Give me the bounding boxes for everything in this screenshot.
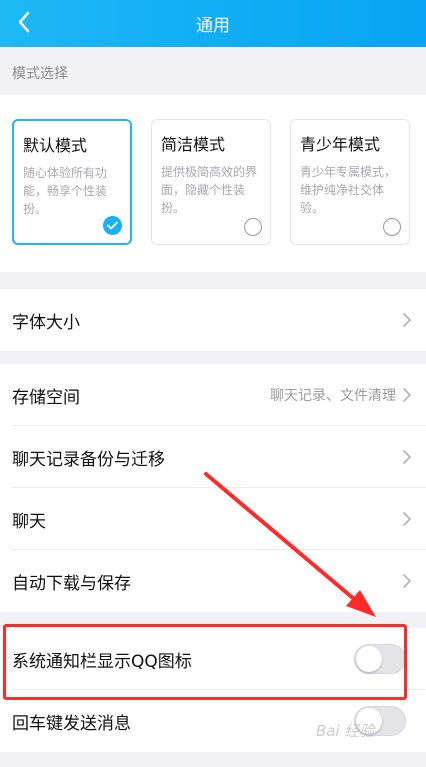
mode-card-default[interactable]: 默认模式 随心体验所有功能，畅享个性装扮。 [12, 119, 132, 245]
mode-title: 默认模式 [23, 136, 88, 155]
setting-value: 聊天记录、文件清理 [270, 388, 396, 404]
back-button[interactable] [6, 4, 42, 40]
mode-card-teen[interactable]: 青少年模式 青少年专属模式，维护纯净社交体验。 [290, 119, 410, 245]
mode-card-simple[interactable]: 简洁模式 提供极简高效的界面，隐藏个性装扮。 [151, 119, 271, 245]
header-bar: 通用 [0, 0, 426, 47]
chevron-right-icon [403, 388, 411, 402]
mode-title: 青少年模式 [300, 135, 381, 154]
setting-storage[interactable]: 存储空间 聊天记录、文件清理 [0, 364, 426, 426]
mode-description: 青少年专属模式，维护纯净社交体验。 [300, 165, 397, 215]
chevron-right-icon [403, 450, 411, 464]
checkmark-icon [103, 216, 122, 235]
mode-description: 提供极简高效的界面，隐藏个性装扮。 [161, 165, 258, 215]
radio-button[interactable] [383, 218, 401, 236]
mode-description: 随心体验所有功能，畅享个性装扮。 [23, 166, 108, 216]
section-label-mode: 模式选择 [12, 66, 68, 82]
setting-auto-download[interactable]: 自动下载与保存 [0, 550, 426, 612]
page-title: 通用 [196, 16, 230, 36]
setting-notify-icon: 系统通知栏显示QQ图标 [0, 628, 426, 690]
setting-label: 聊天 [12, 511, 46, 532]
watermark: Bai 经验 [316, 722, 375, 740]
setting-label: 字体大小 [12, 312, 80, 333]
setting-font-size[interactable]: 字体大小 [0, 289, 426, 351]
radio-button[interactable] [244, 218, 262, 236]
toggle-knob [356, 646, 382, 672]
setting-label: 自动下载与保存 [12, 573, 131, 594]
setting-label: 回车键发送消息 [12, 713, 131, 734]
setting-chat[interactable]: 聊天 [0, 488, 426, 550]
mode-selector: 默认模式 随心体验所有功能，畅享个性装扮。 简洁模式 提供极简高效的界面，隐藏个… [0, 95, 426, 272]
setting-label: 系统通知栏显示QQ图标 [12, 651, 192, 672]
setting-label: 聊天记录备份与迁移 [12, 449, 165, 470]
chevron-right-icon [403, 512, 411, 526]
setting-label: 存储空间 [12, 387, 80, 408]
chevron-left-icon [18, 11, 30, 33]
mode-title: 简洁模式 [161, 135, 226, 154]
chevron-right-icon [403, 313, 411, 327]
chevron-right-icon [403, 574, 411, 588]
setting-chat-backup[interactable]: 聊天记录备份与迁移 [0, 426, 426, 488]
notify-icon-toggle[interactable] [354, 644, 406, 674]
